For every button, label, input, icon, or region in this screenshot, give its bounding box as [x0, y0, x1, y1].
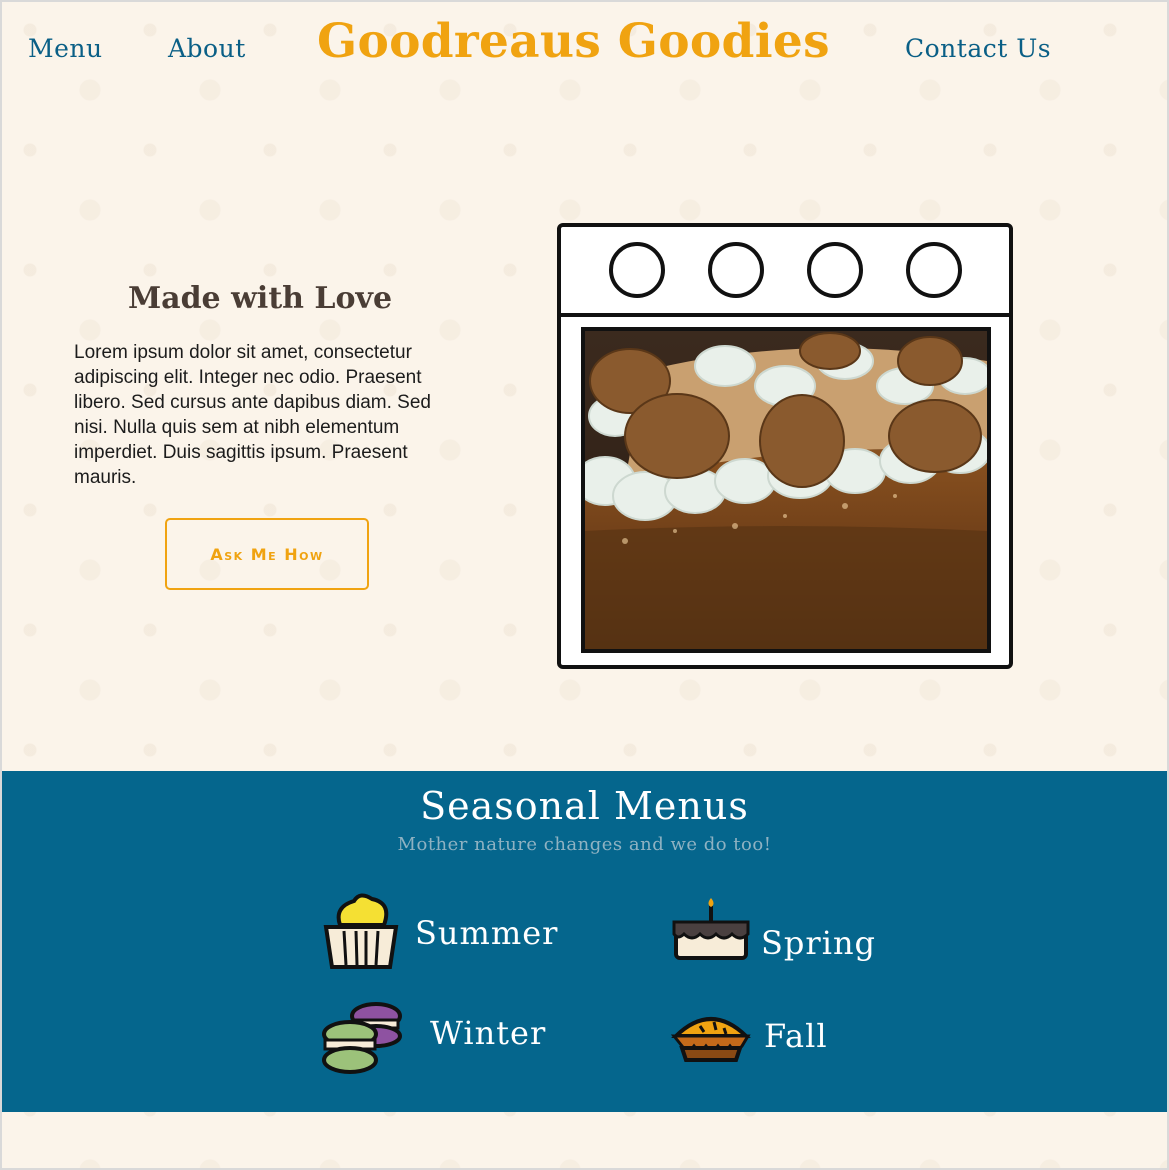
nav-about-link[interactable]: About [168, 34, 246, 63]
season-summer-link[interactable]: Summer [415, 914, 558, 952]
hero-title: Made with Love [127, 281, 393, 316]
ask-me-how-button[interactable]: Ask Me How [165, 518, 369, 590]
cupcake-icon[interactable] [320, 889, 402, 971]
season-winter-link[interactable]: Winter [430, 1014, 546, 1052]
hero-description: Lorem ipsum dolor sit amet, consectetur … [74, 342, 431, 488]
nav-contact-link[interactable]: Contact Us [905, 34, 1051, 63]
oven-knob-icon [608, 242, 665, 298]
oven-knob-icon [707, 242, 764, 298]
birthday-cake-icon[interactable] [670, 898, 752, 962]
oven-window-photo [581, 327, 991, 653]
nav-menu-link[interactable]: Menu [28, 34, 103, 63]
seasonal-menus-subtitle: Mother nature changes and we do too! [397, 834, 772, 855]
season-spring-link[interactable]: Spring [761, 924, 876, 962]
oven-knobs [561, 227, 1009, 317]
oven-knob-icon [905, 242, 962, 298]
site-logo-title[interactable]: Goodreaus Goodies [317, 14, 847, 69]
pie-icon[interactable] [670, 1010, 752, 1064]
seasonal-menus-title: Seasonal Menus [420, 784, 749, 828]
oven-knob-icon [806, 242, 863, 298]
cheesecake-photo [585, 331, 987, 649]
season-fall-link[interactable]: Fall [764, 1017, 828, 1055]
macarons-icon[interactable] [320, 1000, 404, 1078]
oven-illustration [557, 223, 1013, 669]
